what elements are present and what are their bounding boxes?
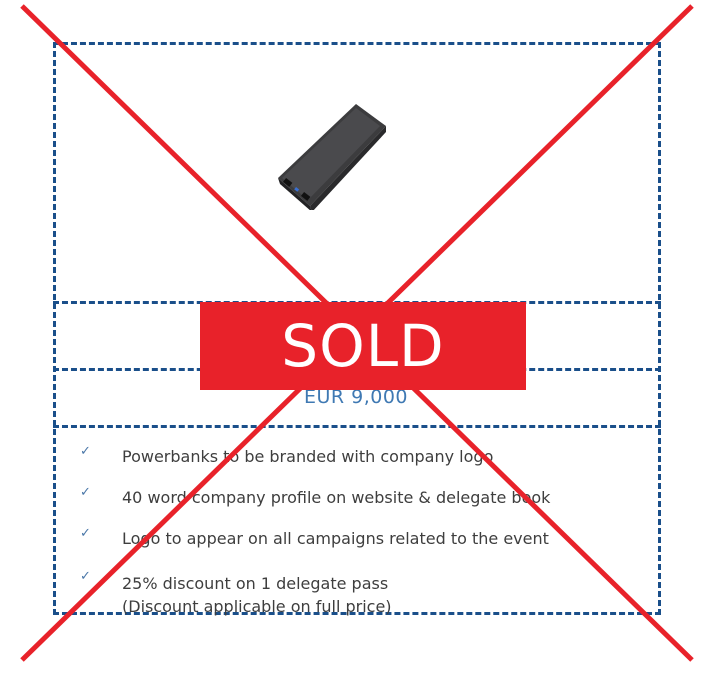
sold-badge: SOLD <box>200 302 526 390</box>
